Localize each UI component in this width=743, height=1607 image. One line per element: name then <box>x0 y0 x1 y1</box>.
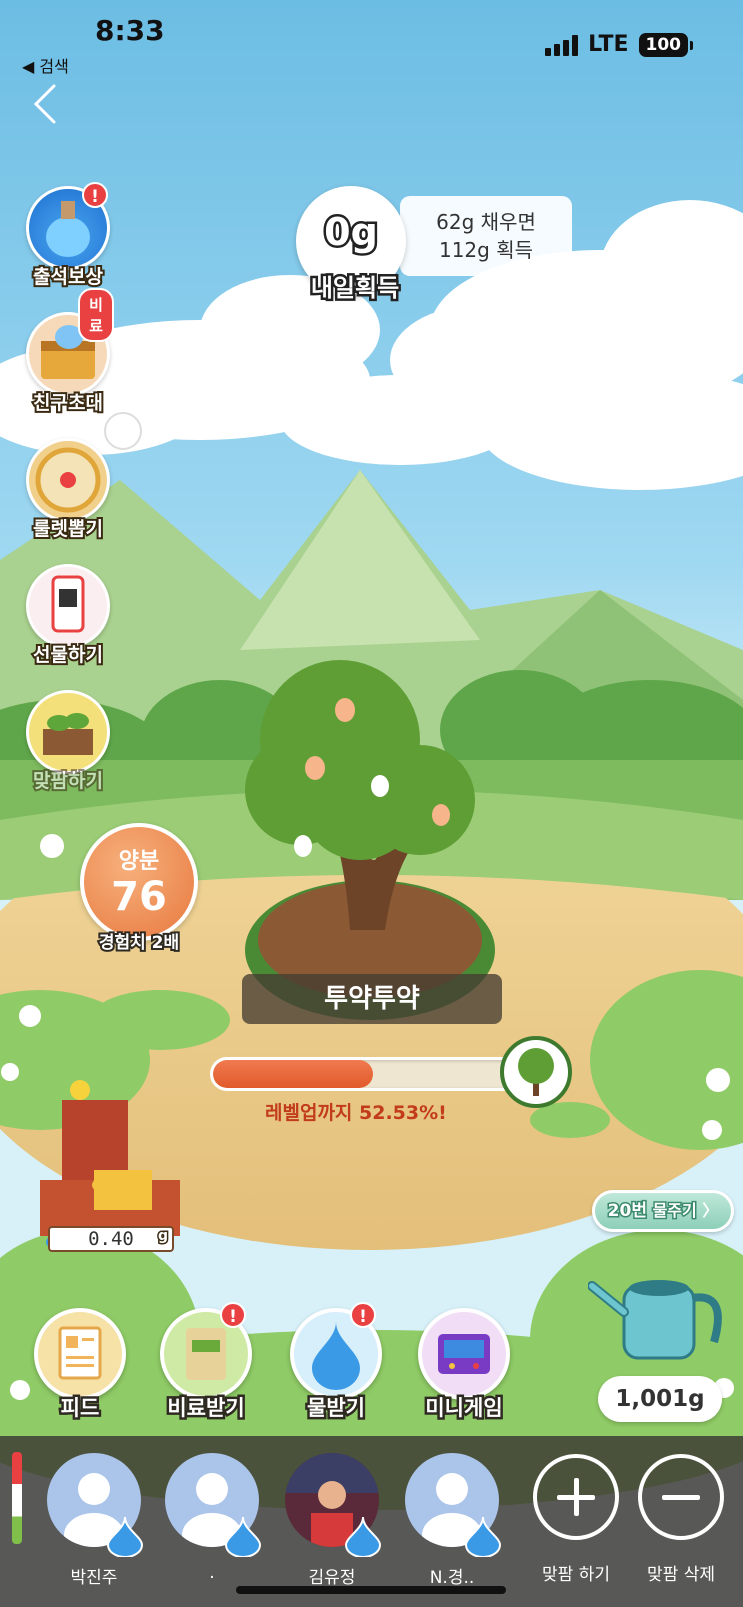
nutrient-value: 76 <box>111 874 167 920</box>
invite-friend-button[interactable]: 비료 친구초대 <box>22 288 114 416</box>
water-times-count: 20번 <box>606 1200 648 1223</box>
minus-icon <box>638 1454 724 1540</box>
back-to-app-link[interactable]: ◀ 검색 <box>22 53 69 77</box>
friend-item[interactable]: 김유정 <box>282 1453 382 1588</box>
water-amount: 1,001g <box>598 1376 722 1422</box>
get-fertilizer-button[interactable]: ! 비료받기 <box>154 1302 258 1423</box>
game-console-icon <box>418 1308 510 1400</box>
status-indicators: LTE 100 <box>545 32 693 57</box>
friend-name: . <box>209 1563 215 1583</box>
watering-can-icon <box>587 1280 722 1360</box>
roulette-button[interactable]: 룰렛뽑기 <box>22 412 142 542</box>
tree-name: 투약투약 <box>242 974 502 1024</box>
mutual-farm-button[interactable]: 맞팜하기 <box>22 690 114 794</box>
chevron-right-icon: 〉 <box>702 1201 719 1220</box>
add-mutual-farm-label: 맞팜 하기 <box>542 1565 610 1585</box>
alert-badge: ! <box>350 1302 376 1328</box>
exp-boost-label: 경험치 2배 <box>97 931 181 955</box>
feed-button[interactable]: 피드 <box>28 1308 132 1423</box>
gift-button[interactable]: 선물하기 <box>22 564 114 668</box>
alert-badge: ! <box>220 1302 246 1328</box>
tree[interactable] <box>255 660 485 960</box>
action-label: 물받기 <box>305 1394 368 1423</box>
sprout-icon <box>26 690 110 774</box>
left-menu-label: 맞팜하기 <box>31 768 105 794</box>
plus-icon <box>533 1454 619 1540</box>
water-times-label: 물주기 <box>651 1200 698 1222</box>
back-chevron-icon[interactable] <box>26 82 70 126</box>
alert-badge: ! <box>82 182 108 208</box>
level-progress-fill <box>213 1060 373 1088</box>
nutrient-label: 양분 <box>118 849 160 874</box>
water-meter: 0.40 <box>48 1226 174 1252</box>
water-20-times-button[interactable]: 20번 물주기 〉 <box>592 1190 734 1232</box>
gain-bubble-line2: 112g 획득 <box>438 238 534 262</box>
add-mutual-farm-button[interactable]: 맞팜 하기 <box>526 1454 626 1585</box>
water-drop-icon <box>464 1516 502 1557</box>
qr-phone-icon <box>26 564 110 648</box>
mini-game-button[interactable]: 미니게임 <box>412 1308 516 1423</box>
friend-name: 박진주 <box>70 1568 118 1588</box>
roulette-wheel-icon <box>26 438 110 522</box>
network-label: LTE <box>588 32 629 57</box>
left-menu-label: 출석보상 <box>31 264 105 290</box>
status-time: 8:33 <box>95 14 165 47</box>
water-meter-unit: g <box>156 1227 169 1246</box>
feed-document-icon <box>34 1308 126 1400</box>
water-drop-icon <box>344 1516 382 1557</box>
nutrient-badge[interactable]: 양분 76 <box>80 823 198 941</box>
fertilizer-badge: 비료 <box>78 288 114 342</box>
level-progress-text: 레벨업까지 52.53%! <box>265 1102 447 1124</box>
gain-info-bubble: 62g 채우면 112g 획득 <box>400 196 572 276</box>
friend-name: N.경.. <box>429 1568 475 1588</box>
action-label: 피드 <box>58 1394 102 1423</box>
battery-icon: 100 <box>638 32 693 57</box>
left-menu-label: 룰렛뽑기 <box>31 516 105 542</box>
get-water-button[interactable]: ! 물받기 <box>284 1302 388 1423</box>
friend-item[interactable]: 박진주 <box>44 1453 144 1588</box>
next-level-tree-icon <box>500 1036 572 1108</box>
level-progress-bar <box>210 1057 520 1091</box>
action-label: 비료받기 <box>165 1394 247 1423</box>
left-menu-label: 선물하기 <box>31 642 105 668</box>
friend-name: 김유정 <box>308 1568 356 1588</box>
gain-bubble-line1: 62g 채우면 <box>436 210 536 234</box>
action-label: 미니게임 <box>423 1394 505 1423</box>
tomorrow-gain-value: 0g <box>322 208 381 257</box>
friend-item[interactable]: . <box>162 1453 262 1583</box>
friend-item[interactable]: N.경.. <box>402 1453 502 1588</box>
remove-mutual-farm-label: 맞팜 삭제 <box>647 1565 715 1585</box>
attendance-reward-button[interactable]: ! 출석보상 <box>22 182 114 290</box>
remove-mutual-farm-button[interactable]: 맞팜 삭제 <box>631 1454 731 1585</box>
signal-icon <box>545 34 579 56</box>
left-menu-label: 친구초대 <box>31 390 105 416</box>
water-drop-icon <box>106 1516 144 1557</box>
puppy-icon <box>104 412 142 450</box>
tomorrow-gain-label: 내일획득 <box>308 272 401 305</box>
side-tab[interactable] <box>12 1452 22 1544</box>
water-drop-icon <box>224 1516 262 1557</box>
home-indicator <box>236 1586 506 1594</box>
